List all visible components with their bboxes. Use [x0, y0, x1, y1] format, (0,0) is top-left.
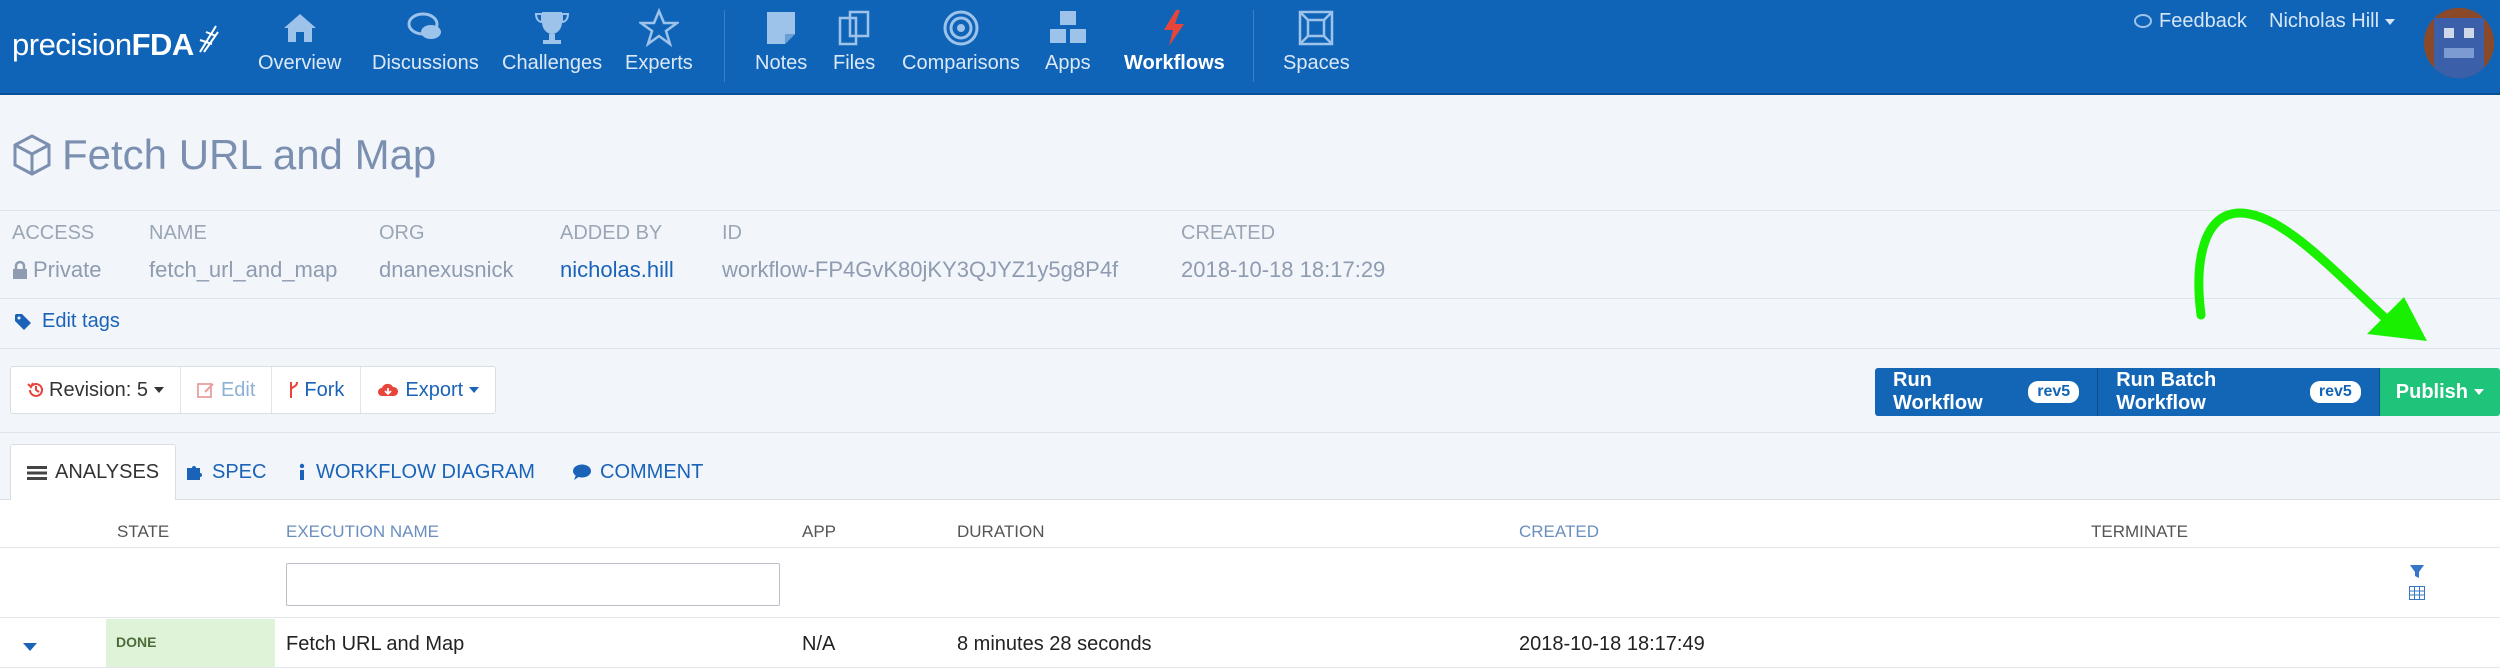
nav-apps[interactable]: Apps	[1045, 8, 1091, 84]
meta-added-by: ADDED BY nicholas.hill	[560, 222, 674, 283]
duration-cell: 8 minutes 28 seconds	[957, 633, 1152, 655]
meta-id: ID workflow-FP4GvK80jKY3QJYZ1y5g8P4f	[722, 222, 1119, 282]
nav-divider	[1253, 10, 1254, 82]
user-menu[interactable]: Nicholas Hill	[2269, 10, 2396, 33]
annotation-arrow	[2194, 208, 2427, 341]
nav-discussions[interactable]: Discussions	[372, 8, 479, 84]
revision-badge: rev5	[2028, 381, 2080, 403]
nav-files[interactable]: Files	[833, 8, 875, 84]
column-header-terminate[interactable]: TERMINATE	[2091, 522, 2188, 542]
chevron-down-icon	[469, 387, 480, 393]
workflow-actions: Revision: 5 Edit Fork Export	[10, 366, 497, 414]
divider	[0, 547, 2500, 548]
column-header-state[interactable]: STATE	[117, 522, 169, 542]
brand-logo[interactable]: precision FDA	[12, 20, 220, 70]
status-badge: DONE	[106, 619, 275, 667]
files-icon	[838, 10, 870, 46]
nav-comparisons[interactable]: Comparisons	[902, 8, 1020, 84]
created-cell: 2018-10-18 18:17:49	[1519, 633, 1705, 655]
puzzle-icon	[187, 466, 202, 480]
dna-logo-icon	[198, 25, 219, 53]
divider	[0, 667, 2500, 668]
tag-icon	[15, 313, 31, 330]
pixel-avatar-icon	[2424, 8, 2494, 78]
fork-button[interactable]: Fork	[272, 367, 362, 413]
target-icon	[943, 10, 979, 46]
cloud-download-icon	[378, 383, 399, 396]
tab-comment[interactable]: COMMENT	[572, 444, 703, 500]
column-header-created[interactable]: CREATED	[1519, 522, 1599, 542]
note-icon	[767, 12, 796, 44]
lock-icon	[13, 260, 27, 279]
meta-name: NAME fetch_url_and_map	[149, 222, 338, 282]
divider	[0, 432, 2500, 433]
analyses-table: STATE EXECUTION NAME APP DURATION CREATE…	[0, 500, 2500, 671]
nav-workflows[interactable]: Workflows	[1124, 8, 1225, 84]
tab-bar: ANALYSES SPEC WORKFLOW DIAGRAM COMMENT	[0, 444, 2500, 501]
execution-name-filter-input[interactable]	[286, 563, 780, 606]
export-dropdown[interactable]: Export	[361, 367, 495, 413]
divider	[0, 298, 2500, 299]
column-header-app[interactable]: APP	[802, 522, 836, 542]
edit-button[interactable]: Edit	[181, 367, 273, 413]
run-actions: Run Workflow rev5 Run Batch Workflow rev…	[1875, 368, 2500, 416]
column-header-execution-name[interactable]: EXECUTION NAME	[286, 522, 439, 542]
revision-badge: rev5	[2309, 381, 2361, 403]
list-icon	[27, 465, 47, 480]
avatar[interactable]	[2424, 8, 2494, 78]
nav-challenges[interactable]: Challenges	[502, 8, 602, 84]
expand-row-caret-icon[interactable]	[23, 643, 37, 651]
comment-icon	[573, 464, 591, 480]
table-columns-icon[interactable]	[2409, 586, 2425, 600]
run-workflow-button[interactable]: Run Workflow rev5	[1875, 368, 2099, 416]
nav-divider	[724, 10, 725, 82]
history-icon	[27, 382, 43, 397]
top-navbar: precision FDA Overview Discussions Challe…	[0, 0, 2500, 95]
cubes-icon	[1049, 11, 1086, 43]
home-icon	[283, 14, 316, 42]
page-header: Fetch URL and Map	[12, 125, 436, 185]
chevron-down-icon	[2474, 389, 2484, 395]
nav-spaces[interactable]: Spaces	[1283, 8, 1350, 84]
bolt-icon	[1164, 10, 1185, 46]
feedback-link[interactable]: Feedback	[2133, 10, 2247, 33]
edit-tags-link[interactable]: Edit tags	[14, 310, 120, 333]
meta-org: ORG dnanexusnick	[379, 222, 514, 282]
tab-spec[interactable]: SPEC	[184, 444, 266, 500]
chat-icon	[2134, 13, 2152, 28]
revision-dropdown[interactable]: Revision: 5	[11, 367, 181, 413]
trophy-icon	[535, 12, 570, 44]
execution-name-cell[interactable]: Fetch URL and Map	[286, 633, 464, 656]
divider	[0, 617, 2500, 618]
nav-overview[interactable]: Overview	[258, 8, 341, 84]
nav-notes[interactable]: Notes	[755, 8, 807, 84]
fork-icon	[290, 381, 299, 398]
tab-analyses[interactable]: ANALYSES	[10, 444, 177, 501]
divider	[0, 210, 2500, 211]
star-icon	[638, 8, 679, 48]
tab-workflow-diagram[interactable]: WORKFLOW DIAGRAM	[296, 444, 535, 500]
meta-created: CREATED 2018-10-18 18:17:29	[1181, 222, 1386, 282]
chat-icon	[407, 12, 442, 39]
column-header-duration[interactable]: DURATION	[957, 522, 1045, 542]
publish-dropdown[interactable]: Publish	[2379, 368, 2500, 416]
page-title: Fetch URL and Map	[62, 131, 437, 178]
cube-icon	[13, 134, 51, 176]
divider	[0, 348, 2500, 349]
app-cell: N/A	[802, 633, 836, 655]
chevron-down-icon	[153, 387, 164, 393]
edit-icon	[197, 383, 214, 398]
run-batch-workflow-button[interactable]: Run Batch Workflow rev5	[2098, 368, 2380, 416]
chevron-down-icon	[2385, 18, 2396, 25]
nav-experts[interactable]: Experts	[625, 8, 693, 84]
meta-access: ACCESS Private	[12, 222, 102, 282]
added-by-link[interactable]: nicholas.hill	[560, 257, 674, 283]
filter-icon[interactable]	[2409, 564, 2425, 580]
spaces-icon	[1299, 10, 1334, 46]
info-icon	[299, 463, 305, 480]
